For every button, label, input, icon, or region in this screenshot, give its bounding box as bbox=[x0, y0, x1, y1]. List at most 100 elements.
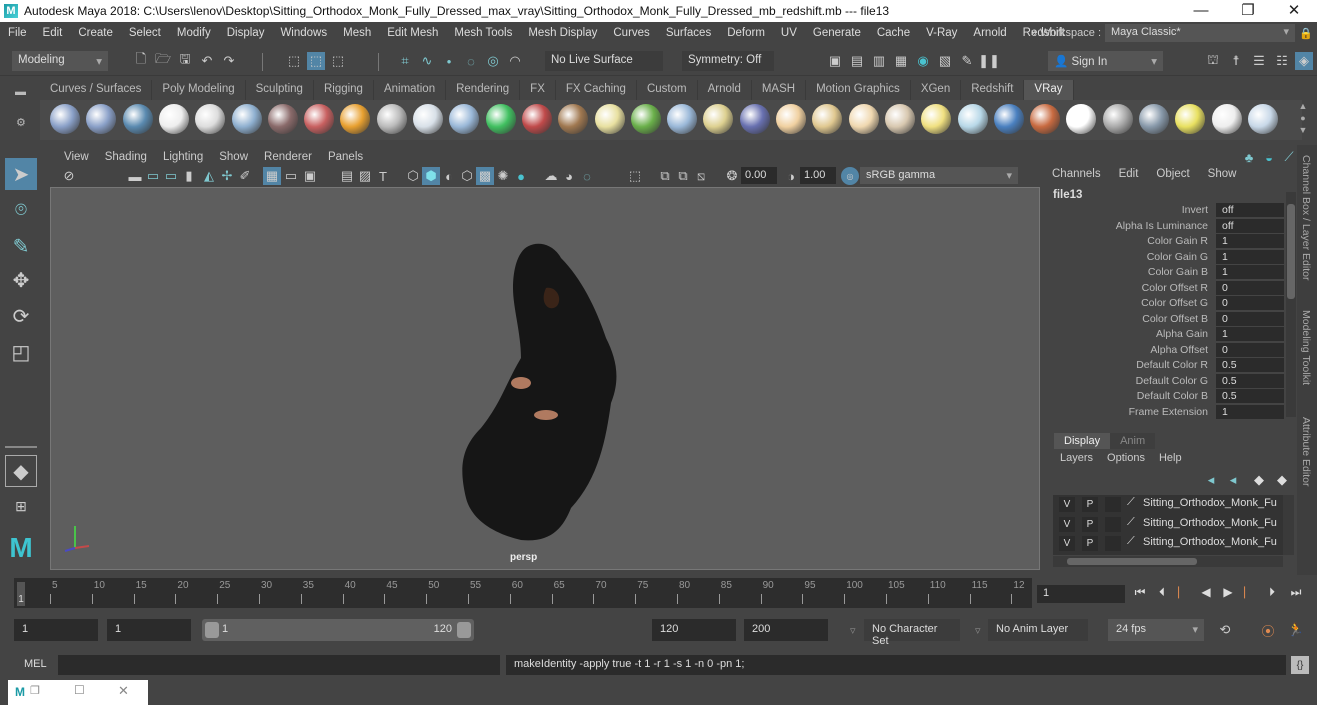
mode-dropdown[interactable]: Modeling ▾ bbox=[12, 51, 108, 71]
menu-vray[interactable]: V-Ray bbox=[918, 27, 965, 39]
vray-camera-icon[interactable] bbox=[267, 104, 298, 134]
shelf-tab-mash[interactable]: MASH bbox=[751, 80, 807, 100]
channel-box-icon[interactable]: ◈ bbox=[1295, 52, 1313, 70]
close-icon[interactable]: ✕ bbox=[118, 683, 129, 699]
shelf-tab-rigging[interactable]: Rigging bbox=[313, 80, 374, 100]
menu-deform[interactable]: Deform bbox=[719, 27, 773, 39]
layer-editor-toggle-icon[interactable]: ◒ bbox=[1260, 148, 1278, 166]
film-gate-icon[interactable]: ▭ bbox=[282, 167, 300, 185]
scale-tool-icon[interactable]: ◰ bbox=[5, 336, 37, 368]
image-plane-icon[interactable]: ◭ bbox=[200, 167, 218, 185]
snap-grid-icon[interactable]: ⌗ bbox=[396, 52, 414, 70]
chevron-down-icon[interactable]: ▿ bbox=[850, 624, 856, 637]
render-sequence-icon[interactable]: ▧ bbox=[936, 52, 954, 70]
vray-multi-material-icon[interactable] bbox=[304, 104, 335, 134]
layer-row[interactable]: V P ⟋ Sitting_Orthodox_Monk_Fu bbox=[1053, 534, 1283, 553]
attribute-value[interactable]: off bbox=[1216, 203, 1284, 217]
display-type-toggle[interactable] bbox=[1105, 536, 1121, 551]
menu-windows[interactable]: Windows bbox=[272, 27, 335, 39]
layer-row[interactable]: V P ⟋ Sitting_Orthodox_Monk_Fu bbox=[1053, 495, 1283, 514]
attribute-value[interactable]: 0.5 bbox=[1216, 373, 1284, 388]
play-forwards-icon[interactable]: ▶ bbox=[1220, 585, 1236, 603]
ambient-occlusion-icon[interactable]: ☁ bbox=[542, 167, 560, 185]
attribute-editor-icon[interactable]: ☰ bbox=[1250, 52, 1268, 70]
shelf-menu-icon[interactable]: ▬ bbox=[15, 86, 26, 98]
use-all-lights-icon[interactable]: ✺ bbox=[494, 167, 512, 185]
playback-start-field[interactable]: 1 bbox=[107, 619, 191, 641]
visibility-toggle[interactable]: V bbox=[1059, 536, 1075, 551]
display-type-toggle[interactable] bbox=[1105, 497, 1121, 512]
new-empty-layer-icon[interactable]: ◆ bbox=[1250, 471, 1268, 489]
channels-menu[interactable]: Channels bbox=[1052, 168, 1101, 180]
go-to-end-icon[interactable]: ⏭ bbox=[1288, 585, 1304, 603]
menu-generate[interactable]: Generate bbox=[805, 27, 869, 39]
panel-menu-renderer[interactable]: Renderer bbox=[256, 151, 320, 163]
layer-color-icon[interactable]: ⟋ bbox=[1127, 535, 1135, 548]
smooth-shade-icon[interactable]: ⬢ bbox=[422, 167, 440, 185]
step-back-key-icon[interactable]: ⎸ bbox=[1176, 585, 1192, 603]
range-slider[interactable]: 1 120 bbox=[202, 619, 474, 641]
vray-curve-icon[interactable] bbox=[703, 104, 734, 134]
vray-spot-icon[interactable] bbox=[812, 104, 843, 134]
vray-proxy-icon[interactable] bbox=[376, 104, 407, 134]
mel-label[interactable]: MEL bbox=[24, 658, 47, 670]
vray-cloud-icon[interactable] bbox=[1211, 104, 1242, 134]
shadows-icon[interactable]: ● bbox=[512, 167, 530, 185]
object-menu[interactable]: Object bbox=[1156, 168, 1189, 180]
shelf-tab-arnold[interactable]: Arnold bbox=[697, 80, 752, 100]
live-surface-field[interactable]: No Live Surface bbox=[545, 51, 663, 71]
animation-preferences-icon[interactable]: 🏃 bbox=[1287, 621, 1305, 639]
bookmark-icon[interactable]: ▮ bbox=[180, 167, 198, 185]
vray-light-lister-icon[interactable] bbox=[1175, 104, 1206, 134]
menu-file[interactable]: File bbox=[0, 27, 35, 39]
vray-settings-icon[interactable] bbox=[122, 104, 153, 134]
display-type-toggle[interactable] bbox=[1105, 516, 1121, 532]
select-hierarchy-icon[interactable]: ⬚ bbox=[285, 52, 303, 70]
move-layer-up-icon[interactable]: ◂ bbox=[1202, 471, 1220, 489]
field-chart-icon[interactable]: ▤ bbox=[338, 167, 356, 185]
move-layer-down-icon[interactable]: ◂ bbox=[1224, 471, 1242, 489]
shelf-scroll[interactable]: ▲ ● ▼ bbox=[1296, 100, 1310, 136]
safe-title-icon[interactable]: T bbox=[374, 167, 392, 185]
channel-box-toggle-icon[interactable]: ♣ bbox=[1240, 148, 1258, 166]
panel-menu-panels[interactable]: Panels bbox=[320, 151, 371, 163]
open-scene-icon[interactable]: 🗁 bbox=[154, 51, 172, 70]
script-editor-icon[interactable]: {} bbox=[1291, 656, 1309, 674]
attribute-value[interactable]: 0 bbox=[1216, 296, 1284, 310]
vray-save-icon[interactable] bbox=[50, 104, 80, 134]
visibility-toggle[interactable]: V bbox=[1059, 516, 1075, 532]
mel-input[interactable] bbox=[58, 655, 500, 675]
vray-texture-icon[interactable] bbox=[558, 104, 589, 134]
shelf-tab-fx[interactable]: FX bbox=[520, 80, 556, 100]
attribute-value[interactable]: 0.5 bbox=[1216, 389, 1284, 403]
tab-anim[interactable]: Anim bbox=[1110, 433, 1156, 449]
move-tool-icon[interactable]: ✥ bbox=[5, 264, 37, 296]
vray-material-icon[interactable] bbox=[231, 104, 262, 134]
step-back-frame-icon[interactable]: ⏴ bbox=[1154, 585, 1170, 603]
wireframe-on-shaded-icon[interactable]: ⬡ bbox=[458, 167, 476, 185]
vray-fire-icon[interactable] bbox=[340, 104, 371, 134]
current-time-marker[interactable]: 1 bbox=[17, 582, 25, 606]
undo-icon[interactable]: ↶ bbox=[198, 52, 216, 70]
minimize-button[interactable]: — bbox=[1178, 0, 1224, 22]
layer-name[interactable]: Sitting_Orthodox_Monk_Fu bbox=[1143, 517, 1277, 529]
shelf-tab-curves-surfaces[interactable]: Curves / Surfaces bbox=[40, 80, 153, 100]
viewport-persp[interactable] bbox=[50, 187, 1040, 570]
range-end-handle[interactable] bbox=[457, 622, 471, 638]
menu-surfaces[interactable]: Surfaces bbox=[658, 27, 719, 39]
redo-icon[interactable]: ↷ bbox=[220, 52, 238, 70]
menu-display[interactable]: Display bbox=[219, 27, 273, 39]
attribute-value[interactable]: 0 bbox=[1216, 311, 1284, 326]
workspace-dropdown[interactable]: Maya Classic* bbox=[1105, 24, 1295, 42]
go-to-start-icon[interactable]: ⏮ bbox=[1132, 585, 1148, 603]
attribute-value[interactable]: 1 bbox=[1216, 327, 1284, 341]
step-forward-key-icon[interactable]: ⎸ bbox=[1242, 585, 1258, 603]
layers-menu[interactable]: Layers bbox=[1060, 452, 1093, 464]
four-view-layout-icon[interactable]: ⊞ bbox=[5, 490, 37, 522]
render-view-icon[interactable]: ▣ bbox=[826, 52, 844, 70]
vray-omni-icon[interactable] bbox=[848, 104, 879, 134]
show-menu[interactable]: Show bbox=[1208, 168, 1237, 180]
attribute-toggle-icon[interactable]: ⟋ bbox=[1280, 148, 1298, 166]
anti-aliasing-icon[interactable]: ◌ bbox=[578, 167, 596, 185]
menu-mesh-tools[interactable]: Mesh Tools bbox=[446, 27, 520, 39]
